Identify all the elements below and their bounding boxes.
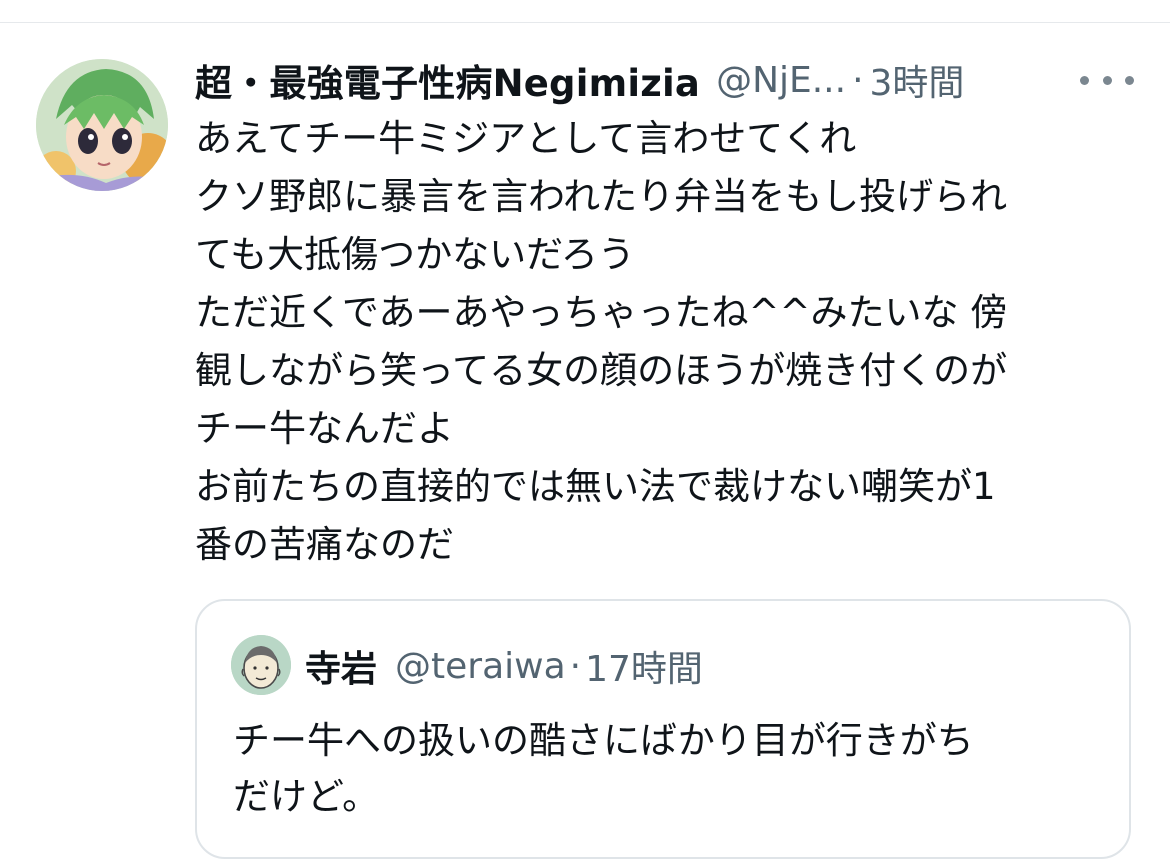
tweet-text-line: ても大抵傷つかないだろう	[195, 233, 635, 276]
tweet-timestamp[interactable]: 3時間	[870, 54, 965, 106]
tweet-text-line: あえてチー牛ミジアとして言わせてくれ	[195, 117, 857, 160]
separator-dot: ·	[852, 59, 864, 101]
more-horizontal-icon	[1102, 75, 1112, 85]
author-handle[interactable]: @NjE...	[716, 60, 846, 101]
tweet-body: あえてチー牛ミジアとして言わせてくれ クソ野郎に暴言を言われたり弁当をもし投げら…	[195, 110, 1125, 574]
more-options-button[interactable]	[1080, 60, 1134, 100]
quoted-author-handle[interactable]: @teraiwa	[395, 646, 566, 687]
quoted-author-display-name[interactable]: 寺岩	[305, 640, 377, 692]
author-avatar[interactable]	[36, 59, 168, 191]
tweet-text-line: クソ野郎に暴言を言われたり弁当をもし投げられ	[195, 175, 1008, 218]
quoted-tweet-timestamp[interactable]: 17時間	[585, 640, 703, 692]
more-horizontal-icon	[1080, 75, 1089, 85]
tweet-text-line: ただ近くであーあやっちゃったね^^みたいな 傍	[195, 291, 1008, 334]
quoted-tweet-card[interactable]: 寺岩 @teraiwa · 17時間 チー牛への扱いの酷さにばかり目が行きがち …	[195, 599, 1131, 859]
author-display-name[interactable]: 超・最強電子性病Negimizia	[195, 53, 700, 107]
tweet-text-line: チー牛なんだよ	[195, 407, 454, 450]
quoted-tweet-body: チー牛への扱いの酷さにばかり目が行きがち だけど。	[233, 713, 1113, 825]
tweet-header: 超・最強電子性病Negimizia @NjE... · 3時間	[195, 53, 1155, 107]
more-horizontal-icon	[1125, 75, 1134, 85]
tweet-text-line: お前たちの直接的では無い法で裁けない嘲笑が1	[195, 465, 996, 508]
tweet-text-line: 観しながら笑ってる女の顔のほうが焼き付くのが	[195, 349, 1008, 392]
tweet-text-line: 番の苦痛なのだ	[195, 523, 454, 566]
anime-character-avatar-icon	[36, 59, 168, 191]
quoted-tweet-text-line: チー牛への扱いの酷さにばかり目が行きがち	[233, 719, 974, 762]
quoted-author-avatar[interactable]	[231, 635, 291, 695]
quoted-tweet-text-line: だけど。	[233, 775, 380, 818]
cartoon-face-avatar-icon	[231, 635, 291, 695]
quoted-tweet-header: 寺岩 @teraiwa · 17時間	[305, 641, 703, 691]
separator-dot: ·	[569, 645, 582, 687]
top-divider	[0, 22, 1170, 23]
